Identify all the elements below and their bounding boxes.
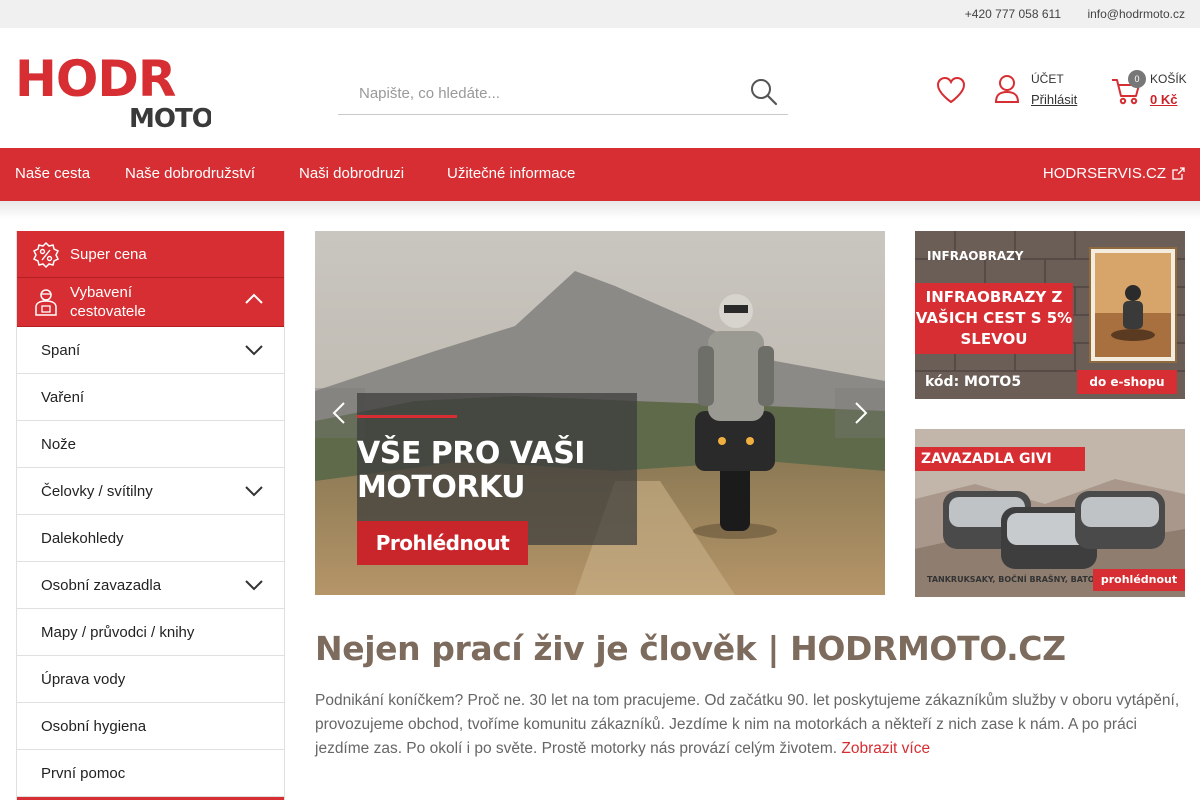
chevron-down-icon[interactable] <box>244 485 264 497</box>
wishlist-heart-icon[interactable] <box>936 76 966 104</box>
discount-code: kód: MOTO5 <box>925 374 1022 390</box>
hero-slider[interactable]: VŠE PRO VAŠI MOTORKU Prohlédnout <box>315 231 885 595</box>
subcategory-item[interactable]: Čelovky / svítilny <box>17 468 284 515</box>
chevron-down-icon[interactable] <box>244 344 264 356</box>
subcategory-label: První pomoc <box>41 765 126 782</box>
svg-text:HODR: HODR <box>15 52 176 108</box>
subcategory-item[interactable]: Vaření <box>17 374 284 421</box>
subcategory-label: Mapy / průvodci / knihy <box>41 624 195 641</box>
subcategory-label: Nože <box>41 436 77 453</box>
prohlednout-button[interactable]: prohlédnout <box>1093 569 1185 591</box>
page-title: Nejen prací živ je člověk | HODRMOTO.CZ <box>315 629 1066 668</box>
login-link[interactable]: Přihlásit <box>1031 92 1077 107</box>
chevron-right-icon <box>855 402 868 424</box>
subcategory-item[interactable]: Osobní zavazadla <box>17 562 284 609</box>
infraobrazy-brand: INFRAOBRAZY <box>927 249 1024 263</box>
search-bar <box>338 72 788 115</box>
hero-caption: VŠE PRO VAŠI MOTORKU Prohlédnout <box>357 393 637 565</box>
svg-text:MOTO: MOTO <box>129 104 211 128</box>
subcategory-label: Dalekohledy <box>41 530 124 547</box>
nav-item-nase-dobrodruzstvi[interactable]: Naše dobrodružství <box>125 165 255 182</box>
nav-item-uzitecne-informace[interactable]: Užitečné informace <box>447 165 575 182</box>
account-title: Účet <box>1031 72 1064 86</box>
banner-subtext: TANKRUKSAKY, BOČNÍ BRAŠNY, BATOHY <box>927 575 1108 584</box>
cart-title: Košík <box>1150 72 1187 86</box>
nav-item-nase-cesta[interactable]: Naše cesta <box>15 165 90 182</box>
rider-photo-icon <box>1095 253 1171 357</box>
slider-next-button[interactable] <box>835 388 885 438</box>
top-bar: +420 777 058 611 info@hodrmoto.cz <box>0 0 1200 28</box>
subcategory-label: Úprava vody <box>41 671 126 688</box>
header: HODR MOTO Účet Přihlásit 0 Košík 0 Kč <box>0 28 1200 148</box>
search-icon[interactable] <box>750 78 778 106</box>
subcategory-item[interactable]: Dalekohledy <box>17 515 284 562</box>
chevron-up-icon[interactable] <box>244 293 264 305</box>
hero-accent-line <box>357 415 457 418</box>
givi-banner[interactable]: ZAVAZADLA GIVI TANKRUKSAKY, BOČNÍ BRAŠNY… <box>915 429 1185 597</box>
main-nav: Naše cesta Naše dobrodružství Naši dobro… <box>0 148 1200 201</box>
category-vybaveni-cestovatele[interactable]: Vybavení cestovatele <box>17 278 284 327</box>
framed-photo <box>1091 249 1175 361</box>
subcategory-item[interactable]: Osobní hygiena <box>17 703 284 750</box>
eshop-button[interactable]: do e-shopu <box>1077 370 1177 394</box>
hero-cta-button[interactable]: Prohlédnout <box>357 521 528 565</box>
phone-link[interactable]: +420 777 058 611 <box>965 7 1061 21</box>
subcategory-item[interactable]: První pomoc <box>17 750 284 797</box>
subcategory-item[interactable]: Úprava vody <box>17 656 284 703</box>
email-link[interactable]: info@hodrmoto.cz <box>1087 7 1185 21</box>
user-icon[interactable] <box>994 74 1020 104</box>
subcategory-item[interactable]: Spaní <box>17 327 284 374</box>
percent-badge-icon <box>32 241 60 269</box>
hodrservis-link[interactable]: HODRSERVIS.CZ <box>1043 165 1185 182</box>
chevron-down-icon[interactable] <box>244 579 264 591</box>
subcategory-item[interactable]: Nože <box>17 421 284 468</box>
subcategory-label: Osobní hygiena <box>41 718 147 735</box>
subcategory-label: Spaní <box>41 342 81 359</box>
nav-shadow <box>0 201 1200 219</box>
infraobrazy-banner[interactable]: INFRAOBRAZY INFRAOBRAZY Z VAŠICH CEST S … <box>915 231 1185 399</box>
show-more-link[interactable]: Zobrazit více <box>841 740 930 757</box>
category-super-cena[interactable]: Super cena <box>17 231 284 278</box>
category-sidebar: Super cena Vybavení cestovatele Spaní Va… <box>16 231 285 800</box>
subcategory-label: Vaření <box>41 389 85 406</box>
cart-count-badge: 0 <box>1128 70 1146 88</box>
subcategory-label: Osobní zavazadla <box>41 577 162 594</box>
traveler-icon <box>35 289 57 316</box>
intro-text: Podnikání koníčkem? Proč ne. 30 let na t… <box>315 692 1180 757</box>
subcategory-label: Čelovky / svítilny <box>41 483 153 500</box>
subcategory-item[interactable]: Mapy / průvodci / knihy <box>17 609 284 656</box>
banner-headline: INFRAOBRAZY Z VAŠICH CEST S 5% SLEVOU <box>915 283 1073 354</box>
nav-item-nasi-dobrodruzi[interactable]: Naši dobrodruzi <box>299 165 404 182</box>
category-label: Vybavení cestovatele <box>70 284 146 320</box>
external-link-icon <box>1172 167 1185 180</box>
hodrservis-label: HODRSERVIS.CZ <box>1042 165 1166 182</box>
cart-total-link[interactable]: 0 Kč <box>1150 92 1177 107</box>
search-input[interactable] <box>338 72 738 114</box>
hodrmoto-logo[interactable]: HODR MOTO <box>15 52 211 128</box>
banner-headline: ZAVAZADLA GIVI <box>915 447 1085 471</box>
intro-paragraph: Podnikání koníčkem? Proč ne. 30 let na t… <box>315 689 1185 761</box>
category-label: Super cena <box>70 246 147 263</box>
hero-title: VŠE PRO VAŠI MOTORKU <box>357 436 585 505</box>
